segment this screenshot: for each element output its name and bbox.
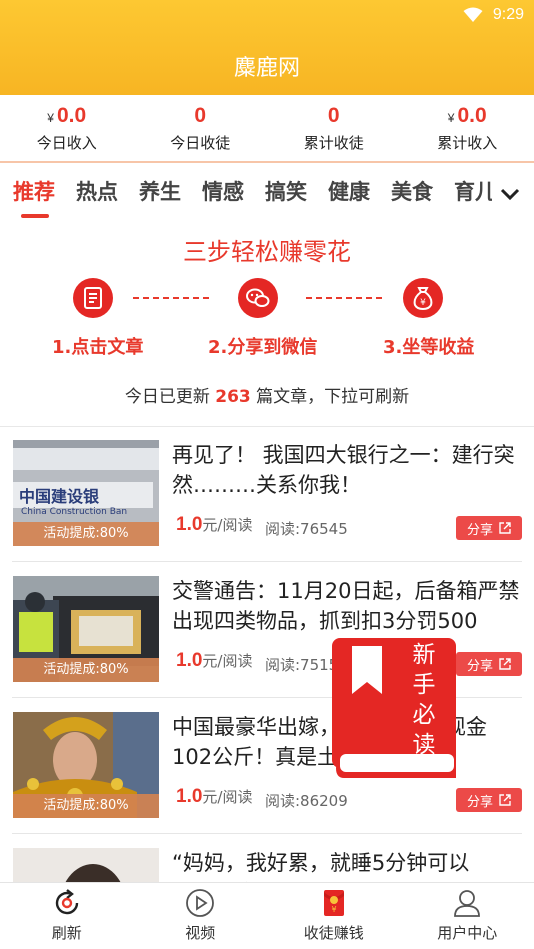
price-value: 1.0 <box>176 786 203 807</box>
promo-title: 三步轻松赚零花 <box>183 238 351 266</box>
stat-label: 累计收徒 <box>303 133 364 152</box>
stat-total-income[interactable]: ¥0.0 累计收入 <box>401 95 534 161</box>
share-label: 分享 <box>466 522 493 538</box>
price-per-read: 1.0元/阅读 <box>176 786 252 808</box>
article-title[interactable]: 交警通告：11月20日起，后备箱严禁出现四类物品，抓到扣3分罚500 <box>172 576 524 636</box>
notice-text: 今日已更新 <box>124 387 216 407</box>
article-title[interactable]: 再见了！ 我国四大银行之一：建行突然………关系你我！ <box>172 440 524 500</box>
article-thumbnail[interactable]: 中国建设银 China Construction Ban 活动提成:80% <box>13 440 159 546</box>
price-unit: 元/阅读 <box>202 788 253 806</box>
nav-label: 视频 <box>185 924 216 942</box>
svg-text:中国建设银: 中国建设银 <box>19 487 100 506</box>
share-label: 分享 <box>466 658 493 674</box>
svg-text:¥: ¥ <box>331 905 336 914</box>
external-link-icon <box>499 658 511 670</box>
svg-text:China Construction Ban: China Construction Ban <box>21 507 127 517</box>
stat-label: 累计收入 <box>437 133 498 152</box>
update-notice: 今日已更新 263 篇文章，下拉可刷新 <box>0 382 534 407</box>
commission-badge: 活动提成:80% <box>13 658 159 682</box>
share-label: 分享 <box>466 794 493 810</box>
page-title: 麋鹿网 <box>233 56 300 81</box>
earnings-summary: ¥0.0 今日收入 0 今日收徒 0 累计收徒 ¥0.0 累计收入 <box>0 95 534 163</box>
article-item[interactable]: 中国建设银 China Construction Ban 活动提成:80% 再见… <box>0 426 534 562</box>
price-unit: 元/阅读 <box>202 652 253 670</box>
currency-symbol: ¥ <box>447 110 455 125</box>
price-per-read: 1.0元/阅读 <box>176 514 252 536</box>
tab-recommend[interactable]: 推荐 <box>13 168 76 218</box>
nav-label: 收徒赚钱 <box>303 924 364 942</box>
nav-user-center[interactable]: 用户中心 <box>401 883 534 949</box>
notice-text: 篇文章，下拉可刷新 <box>250 387 410 407</box>
read-count: 阅读:86209 <box>265 792 348 810</box>
commission-badge: 活动提成:80% <box>13 794 159 818</box>
price-value: 1.0 <box>176 650 203 671</box>
nav-recruit[interactable]: ¥ 收徒赚钱 <box>267 883 401 949</box>
article-thumbnail[interactable]: 活动提成:80% <box>13 576 159 682</box>
category-tabs: 推荐 热点 养生 情感 搞笑 健康 美食 育儿 <box>0 168 534 222</box>
wechat-icon <box>238 278 278 318</box>
nav-label: 用户中心 <box>437 924 498 942</box>
step-3-label: 3.坐等收益 <box>383 337 475 358</box>
article-thumbnail[interactable]: 活动提成:80% <box>13 712 159 818</box>
tab-health[interactable]: 健康 <box>328 168 391 218</box>
step-2-label: 2.分享到微信 <box>208 337 318 358</box>
red-envelope-icon: ¥ <box>323 890 344 916</box>
stat-value: 0.0 <box>56 103 87 127</box>
chevron-down-icon[interactable] <box>498 182 522 206</box>
tab-emotion[interactable]: 情感 <box>202 168 265 218</box>
app-header: 9:29 麋鹿网 <box>0 0 534 95</box>
stat-today-income[interactable]: ¥0.0 今日收入 <box>0 95 134 161</box>
earn-guide-banner: 三步轻松赚零花 ¥ 1.点击文章 2.分享到微信 3.坐等收益 今日已更新 26… <box>0 222 534 427</box>
newbie-guide-label[interactable]: 新手必读 <box>406 640 442 760</box>
share-button[interactable]: 分享 <box>456 516 522 540</box>
user-icon <box>454 890 481 917</box>
status-time: 9:29 <box>492 6 524 23</box>
stat-value: 0 <box>194 103 207 127</box>
stat-value: 0 <box>327 103 340 127</box>
nav-video[interactable]: 视频 <box>134 883 268 949</box>
price-unit: 元/阅读 <box>202 516 253 534</box>
tab-parenting[interactable]: 育儿 <box>454 168 492 218</box>
video-play-icon <box>186 889 215 917</box>
share-button[interactable]: 分享 <box>456 652 522 676</box>
wifi-icon <box>463 7 483 22</box>
svg-text:¥: ¥ <box>420 298 426 308</box>
external-link-icon <box>499 522 511 534</box>
commission-badge: 活动提成:80% <box>13 522 159 546</box>
tab-funny[interactable]: 搞笑 <box>265 168 328 218</box>
step-connector <box>133 297 209 299</box>
nav-refresh[interactable]: 刷新 <box>0 883 134 949</box>
stat-label: 今日收徒 <box>170 133 231 152</box>
status-bar: 9:29 <box>463 5 524 25</box>
refresh-icon <box>55 889 78 915</box>
stat-label: 今日收入 <box>36 133 97 152</box>
price-value: 1.0 <box>176 514 203 535</box>
money-bag-icon: ¥ <box>403 278 443 318</box>
tab-list: 推荐 热点 养生 情感 搞笑 健康 美食 育儿 <box>0 168 492 222</box>
currency-symbol: ¥ <box>47 110 54 125</box>
article-count: 263 <box>215 387 251 407</box>
step-connector <box>306 297 382 299</box>
tab-food[interactable]: 美食 <box>391 168 454 218</box>
stat-today-apprentices[interactable]: 0 今日收徒 <box>134 95 268 161</box>
stat-value: 0.0 <box>457 103 487 127</box>
external-link-icon <box>499 794 511 806</box>
tab-health-care[interactable]: 养生 <box>139 168 202 218</box>
nav-label: 刷新 <box>51 924 82 942</box>
tab-hot[interactable]: 热点 <box>76 168 139 218</box>
price-per-read: 1.0元/阅读 <box>176 650 252 672</box>
bottom-nav: 刷新 视频 ¥ 收徒赚钱 用户中心 <box>0 882 534 949</box>
stat-total-apprentices[interactable]: 0 累计收徒 <box>267 95 401 161</box>
step-1-label: 1.点击文章 <box>52 337 144 358</box>
share-button[interactable]: 分享 <box>456 788 522 812</box>
read-count: 阅读:76545 <box>265 520 348 538</box>
article-icon <box>73 278 113 318</box>
